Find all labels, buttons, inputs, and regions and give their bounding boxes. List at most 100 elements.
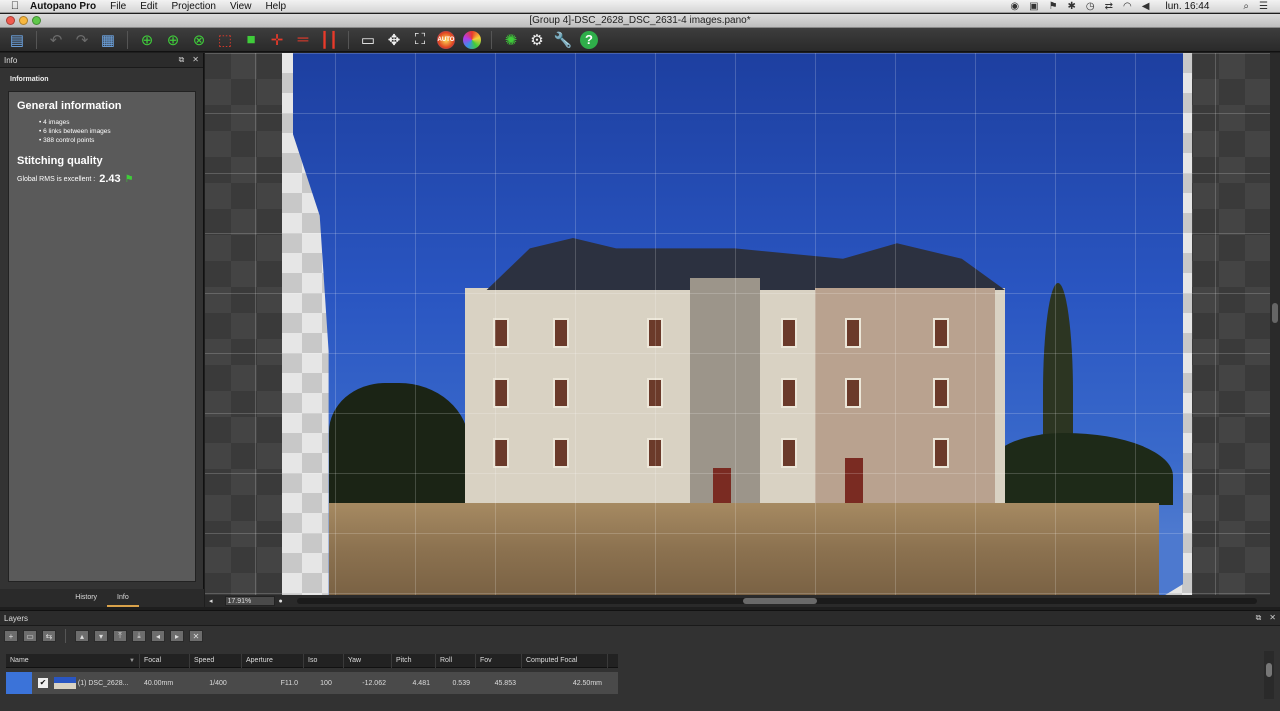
layer-top-icon[interactable]: ⤒ [113, 630, 127, 642]
menu-file[interactable]: File [110, 1, 126, 12]
tab-info[interactable]: Info [107, 589, 139, 607]
window-shape [493, 318, 509, 348]
layer-move-down-icon[interactable]: ▾ [94, 630, 108, 642]
col-focal[interactable]: Focal [140, 653, 190, 668]
sync-icon[interactable]: ⇄ [1105, 1, 1113, 12]
col-yaw[interactable]: Yaw [344, 653, 392, 668]
table-row[interactable]: ✔ (1) DSC_2628... 40.00mm 1/400 F11.0 10… [6, 672, 618, 694]
layer-delete-icon[interactable]: ✕ [189, 630, 203, 642]
apple-icon[interactable]:  [0, 0, 30, 12]
menu-projection[interactable]: Projection [171, 1, 215, 12]
col-computed-focal[interactable]: Computed Focal [522, 653, 608, 668]
zoom-out-icon[interactable]: ◂ [209, 597, 213, 605]
col-fov[interactable]: Fov [476, 653, 522, 668]
fit-to-screen-icon[interactable]: ⛶ [409, 30, 431, 50]
col-speed[interactable]: Speed [190, 653, 242, 668]
camera-icon[interactable]: ▣ [1029, 1, 1038, 12]
level-tool-icon[interactable]: ⊗ [188, 30, 210, 50]
layers-panel-title: Layers [4, 613, 29, 623]
menu-list-icon[interactable]: ☰ [1259, 1, 1268, 12]
info-panel-tabs: History Info [0, 589, 204, 607]
window-shape [493, 438, 509, 468]
crop-tool-icon[interactable]: ⬚ [214, 30, 236, 50]
layer-link-icon[interactable]: ⇆ [42, 630, 56, 642]
settings-gear-icon[interactable]: ⚙ [526, 30, 548, 50]
col-aperture[interactable]: Aperture [242, 653, 304, 668]
tab-history[interactable]: History [65, 589, 107, 607]
vertical-line-tool-icon[interactable]: ═ [292, 30, 314, 50]
layer-move-up-icon[interactable]: ▴ [75, 630, 89, 642]
col-name[interactable]: Name [6, 653, 140, 668]
layer-left-icon[interactable]: ◂ [151, 630, 165, 642]
time-machine-icon[interactable]: ◷ [1086, 1, 1095, 12]
move-tool-icon[interactable]: ✥ [383, 30, 405, 50]
color-correction-icon[interactable] [461, 30, 483, 50]
zoom-in-icon[interactable]: ● [279, 598, 283, 605]
zoom-window-button[interactable] [32, 16, 41, 25]
chateau-brick-wing [815, 288, 995, 504]
layer-right-icon[interactable]: ▸ [170, 630, 184, 642]
window-shape [845, 378, 861, 408]
horizontal-scroll-thumb[interactable] [743, 598, 817, 604]
zoom-field[interactable]: 17.91% [224, 596, 275, 606]
minimize-window-button[interactable] [19, 16, 28, 25]
layer-add-icon[interactable]: + [4, 630, 18, 642]
info-panel-header: Info ⧉ ✕ [0, 53, 203, 68]
detach-panel-icon[interactable]: ⧉ [1256, 613, 1262, 623]
layers-scroll-thumb[interactable] [1266, 663, 1272, 677]
wifi-icon[interactable]: ◠ [1123, 1, 1132, 12]
close-panel-icon[interactable]: ✕ [1269, 613, 1276, 623]
viewport-vertical-scrollbar[interactable] [1270, 53, 1280, 595]
grid-view-icon[interactable]: ▦ [97, 30, 119, 50]
tools-wrench-icon[interactable]: 🔧 [552, 30, 574, 50]
close-window-button[interactable] [6, 16, 15, 25]
pan-tool-icon[interactable]: ⊕ [136, 30, 158, 50]
undo-icon[interactable]: ↶ [45, 30, 67, 50]
volume-icon[interactable]: ◀ [1142, 1, 1150, 12]
roll-cell: 0.539 [452, 679, 470, 687]
menu-help[interactable]: Help [265, 1, 286, 12]
aperture-cell: F11.0 [280, 679, 298, 687]
layer-bottom-icon[interactable]: ⤓ [132, 630, 146, 642]
menubar-clock[interactable]: lun. 16:44 [1165, 1, 1209, 12]
menu-view[interactable]: View [230, 1, 252, 12]
horizon-tool-icon[interactable]: ✛ [266, 30, 288, 50]
panorama-viewport[interactable] [205, 53, 1270, 595]
control-points-icon[interactable]: ✺ [500, 30, 522, 50]
render-menu-icon[interactable]: ▤ [6, 30, 28, 50]
layer-name: (1) DSC_2628... [77, 679, 129, 687]
spotlight-icon[interactable]: ⌕ [1243, 1, 1249, 12]
fit-tool-icon[interactable]: ■ [240, 30, 262, 50]
window-shape [553, 378, 569, 408]
redo-icon[interactable]: ↷ [71, 30, 93, 50]
flag-icon[interactable]: ⚑ [1049, 1, 1058, 12]
window-titlebar: [Group 4]-DSC_2628_DSC_2631-4 images.pan… [0, 14, 1280, 28]
select-tool-icon[interactable]: ▭ [357, 30, 379, 50]
panorama-image[interactable] [293, 53, 1183, 595]
viewport-horizontal-scrollbar[interactable] [297, 598, 1257, 604]
vertical-scroll-thumb[interactable] [1272, 303, 1278, 323]
close-panel-icon[interactable]: ✕ [192, 55, 199, 65]
col-iso[interactable]: Iso [304, 653, 344, 668]
window-title: [Group 4]-DSC_2628_DSC_2631-4 images.pan… [529, 15, 751, 26]
auto-icon[interactable]: AUTO [435, 30, 457, 50]
detach-panel-icon[interactable]: ⧉ [179, 55, 185, 65]
yaw-cell: -12.062 [362, 679, 386, 687]
window-controls [6, 16, 41, 25]
layers-scrollbar[interactable] [1264, 651, 1274, 699]
window-shape [553, 318, 569, 348]
help-icon[interactable]: ? [578, 30, 600, 50]
app-menu[interactable]: Autopano Pro [30, 1, 96, 12]
layer-group-icon[interactable]: ▭ [23, 630, 37, 642]
window-shape [647, 378, 663, 408]
rotate-tool-icon[interactable]: ⊕ [162, 30, 184, 50]
straighten-tool-icon[interactable]: ┃┃ [318, 30, 340, 50]
focal-cell: 40.00mm [144, 679, 174, 687]
col-roll[interactable]: Roll [436, 653, 476, 668]
col-pitch[interactable]: Pitch [392, 653, 436, 668]
bluetooth-icon[interactable]: ✱ [1068, 1, 1076, 12]
tray-icon-1[interactable]: ◉ [1010, 1, 1019, 12]
layer-visibility-checkbox[interactable]: ✔ [37, 678, 48, 688]
menu-bar:  Autopano Pro File Edit Projection View… [0, 0, 1280, 13]
menu-edit[interactable]: Edit [140, 1, 157, 12]
